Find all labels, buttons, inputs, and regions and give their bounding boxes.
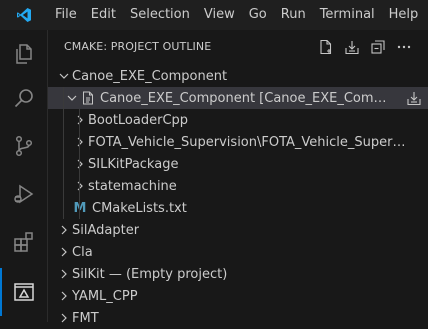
tree-item-label: BootLoaderCpp [88,112,189,128]
tree-item-label: SilAdapter [72,222,140,238]
menu-terminal[interactable]: Terminal [313,0,382,30]
chevron-right-icon[interactable] [56,219,72,241]
menu-view[interactable]: View [197,0,242,30]
indent-guide [63,131,64,153]
chevron-right-icon[interactable] [72,109,88,131]
tree-item-label: Canoe_EXE_Component [72,68,228,84]
panel-header: CMAKE: PROJECT OUTLINE [48,30,428,65]
chevron-right-icon[interactable] [72,153,88,175]
tree-item-sibling[interactable]: SilKit — (Empty project) [48,263,428,285]
chevron-right-icon[interactable] [72,131,88,153]
collapse-all-icon[interactable] [368,37,388,57]
chevron-right-icon[interactable] [56,307,72,329]
activity-bar [0,30,48,322]
indent-guide [79,131,80,153]
menu-help[interactable]: Help [382,0,426,30]
tree-item-label: FOTA_Vehicle_Supervision\FOTA_Vehicle_Su… [88,134,413,150]
tree-item-project[interactable]: Canoe_EXE_Component [Canoe_EXE_Compone..… [48,87,428,109]
indent-guide [63,197,64,219]
chevron-right-icon[interactable] [72,175,88,197]
run-debug-icon[interactable] [0,170,48,218]
extensions-icon[interactable] [0,218,48,266]
menu-go[interactable]: Go [242,0,274,30]
indent-guide [63,153,64,175]
menu-file[interactable]: File [48,0,84,30]
tree-item-child[interactable]: FOTA_Vehicle_Supervision\FOTA_Vehicle_Su… [48,131,428,153]
build-all-icon[interactable] [342,37,362,57]
cmake-icon[interactable] [0,268,48,316]
cmake-file-icon: M [73,200,87,216]
indent-guide [79,109,80,131]
tree-item-root[interactable]: Canoe_EXE_Component [48,65,428,87]
project-file-icon [80,87,96,109]
tree-item-label: FMT [72,310,99,326]
project-outline-tree: Canoe_EXE_Component Canoe_EXE_Component … [48,65,428,329]
tree-item-cmakelists[interactable]: M CMakeLists.txt [48,197,428,219]
chevron-right-icon[interactable] [56,285,72,307]
indent-guide [63,175,64,197]
tree-item-sibling[interactable]: SilAdapter [48,219,428,241]
indent-guide [63,109,64,131]
chevron-right-icon[interactable] [56,241,72,263]
build-icon[interactable] [404,88,424,108]
tree-item-label: YAML_CPP [72,288,138,304]
tree-item-sibling[interactable]: FMT [48,307,428,329]
tree-item-child[interactable]: statemachine [48,175,428,197]
menu-selection[interactable]: Selection [123,0,197,30]
chevron-right-icon[interactable] [56,263,72,285]
indent-guide [63,87,64,109]
tree-item-label: Canoe_EXE_Component [Canoe_EXE_Compone..… [100,90,390,106]
panel-title: CMAKE: PROJECT OUTLINE [64,40,212,53]
source-control-icon[interactable] [0,122,48,170]
tree-item-label: Cla [72,244,93,260]
tree-item-label: SILKitPackage [88,156,179,172]
title-bar: File Edit Selection View Go Run Terminal… [0,0,428,30]
tree-item-sibling[interactable]: Cla [48,241,428,263]
explorer-icon[interactable] [0,30,48,78]
tree-item-label: CMakeLists.txt [92,200,187,216]
tree-item-label: SilKit — (Empty project) [72,266,228,282]
tree-item-child[interactable]: SILKitPackage [48,153,428,175]
indent-guide [79,197,80,219]
panel-actions [316,37,414,57]
vscode-logo-icon [0,0,48,30]
chevron-down-icon[interactable] [64,87,80,109]
chevron-down-icon[interactable] [56,65,72,87]
tree-item-child[interactable]: BootLoaderCpp [48,109,428,131]
cmake-sidebar: CMAKE: PROJECT OUTLINE Canoe_EXE_Compone… [48,30,428,326]
indent-guide [79,153,80,175]
menu-run[interactable]: Run [274,0,313,30]
tree-item-label: statemachine [88,178,177,194]
search-icon[interactable] [0,74,48,122]
new-file-icon[interactable] [316,37,336,57]
tree-item-sibling[interactable]: YAML_CPP [48,285,428,307]
more-actions-icon[interactable] [394,37,414,57]
menu-edit[interactable]: Edit [84,0,123,30]
indent-guide [79,175,80,197]
